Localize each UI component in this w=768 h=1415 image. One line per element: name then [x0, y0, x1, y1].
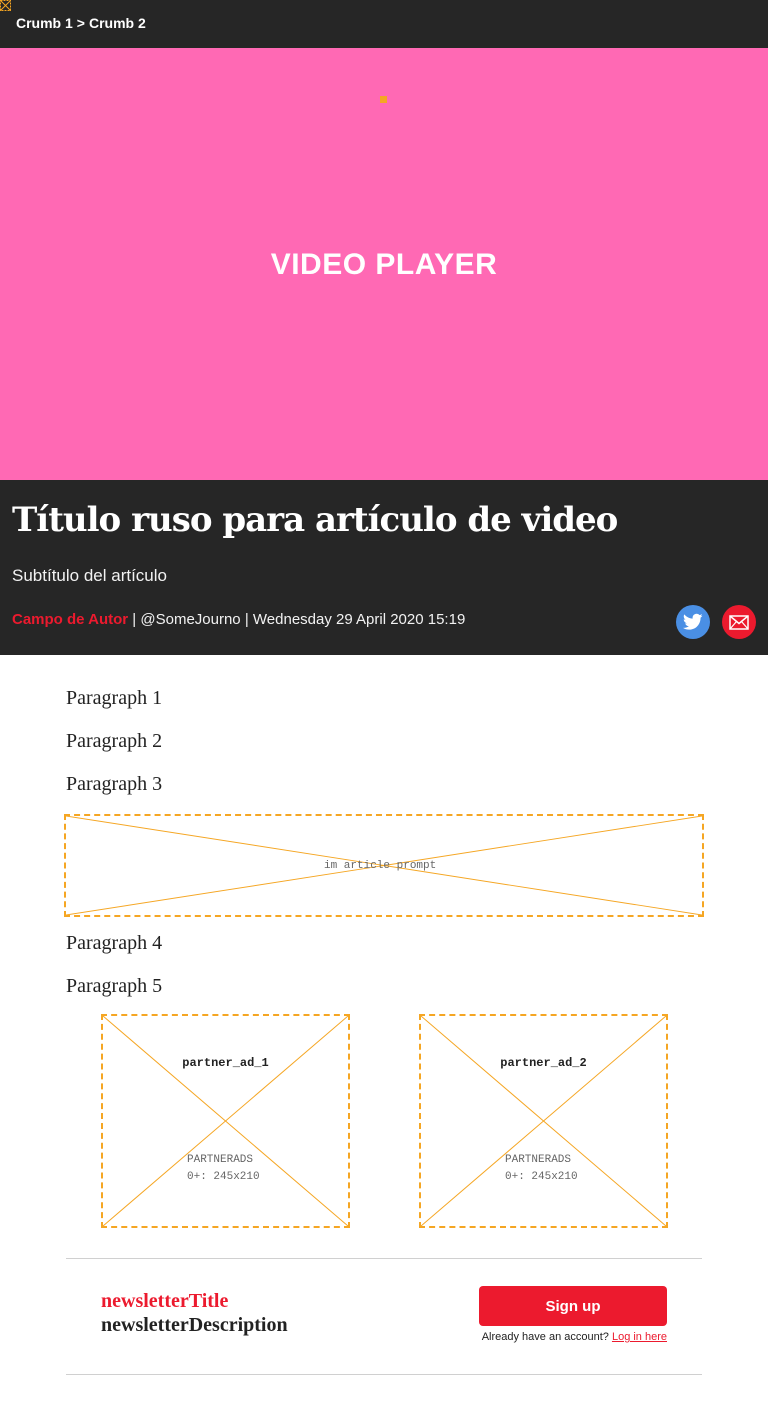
article-subtitle: Subtítulo del artículo [12, 566, 167, 585]
video-player-label: VIDEO PLAYER [270, 248, 498, 281]
breadcrumb-item-2[interactable]: Crumb 2 [89, 15, 146, 31]
article-paragraph-1: Paragraph 1 [66, 687, 163, 709]
ad-placeholder-icon [0, 0, 11, 11]
article-paragraph-5: Paragraph 5 [66, 975, 163, 997]
article-title: Título ruso para artículo de video [12, 500, 618, 540]
partner-ad-size: 0+: 245x210 [505, 1171, 578, 1183]
partner-ad-1: partner_ad_1 PARTNERADS 0+: 245x210 [101, 1014, 350, 1228]
newsletter-description: newsletterDescription [101, 1314, 288, 1336]
placeholder-cross-icon [421, 1016, 666, 1226]
twitter-icon [683, 613, 703, 630]
partner-ad-name: partner_ad_1 [182, 1056, 269, 1070]
video-marker [380, 96, 387, 103]
author-link[interactable]: Campo de Autor [12, 611, 128, 628]
signup-button[interactable]: Sign up [479, 1286, 667, 1326]
partner-ad-type: PARTNERADS [187, 1154, 254, 1166]
byline: Campo de Autor | @SomeJourno | Wednesday… [12, 611, 465, 628]
partner-ad-size: 0+: 245x210 [187, 1171, 260, 1183]
article-prompt-ad: im article prompt [64, 814, 704, 917]
partner-ad-name: partner_ad_2 [500, 1056, 587, 1070]
breadcrumb-item-1[interactable]: Crumb 1 [16, 15, 73, 31]
partner-ad-meta: PARTNERADS 0+: 245x210 [187, 1152, 260, 1186]
divider [66, 1258, 702, 1259]
share-email-button[interactable] [722, 605, 756, 639]
login-prompt: Already have an account? Log in here [479, 1331, 667, 1343]
login-link[interactable]: Log in here [612, 1331, 667, 1343]
partner-ad-meta: PARTNERADS 0+: 245x210 [505, 1152, 578, 1186]
newsletter-title: newsletterTitle [101, 1290, 229, 1312]
article-paragraph-4: Paragraph 4 [66, 932, 163, 954]
ad-slot-label: im article prompt [324, 860, 437, 872]
article-paragraph-2: Paragraph 2 [66, 730, 163, 752]
account-prompt-text: Already have an account? [481, 1331, 609, 1343]
byline-separator: | [244, 611, 253, 628]
partner-ad-2: partner_ad_2 PARTNERADS 0+: 245x210 [419, 1014, 668, 1228]
author-handle: @SomeJourno [140, 611, 241, 628]
placeholder-cross-icon [103, 1016, 348, 1226]
email-icon [729, 614, 749, 630]
breadcrumb-separator: > [76, 15, 85, 31]
breadcrumb: Crumb 1 > Crumb 2 [16, 15, 146, 31]
top-bar: Crumb 1 > Crumb 2 [0, 0, 768, 48]
article-paragraph-3: Paragraph 3 [66, 773, 163, 795]
partner-ad-type: PARTNERADS [505, 1154, 572, 1166]
article-header: Título ruso para artículo de video Subtí… [0, 480, 768, 655]
share-twitter-button[interactable] [676, 605, 710, 639]
divider [66, 1374, 702, 1375]
publish-date: Wednesday 29 April 2020 15:19 [252, 611, 466, 628]
video-player[interactable]: VIDEO PLAYER [0, 48, 768, 480]
